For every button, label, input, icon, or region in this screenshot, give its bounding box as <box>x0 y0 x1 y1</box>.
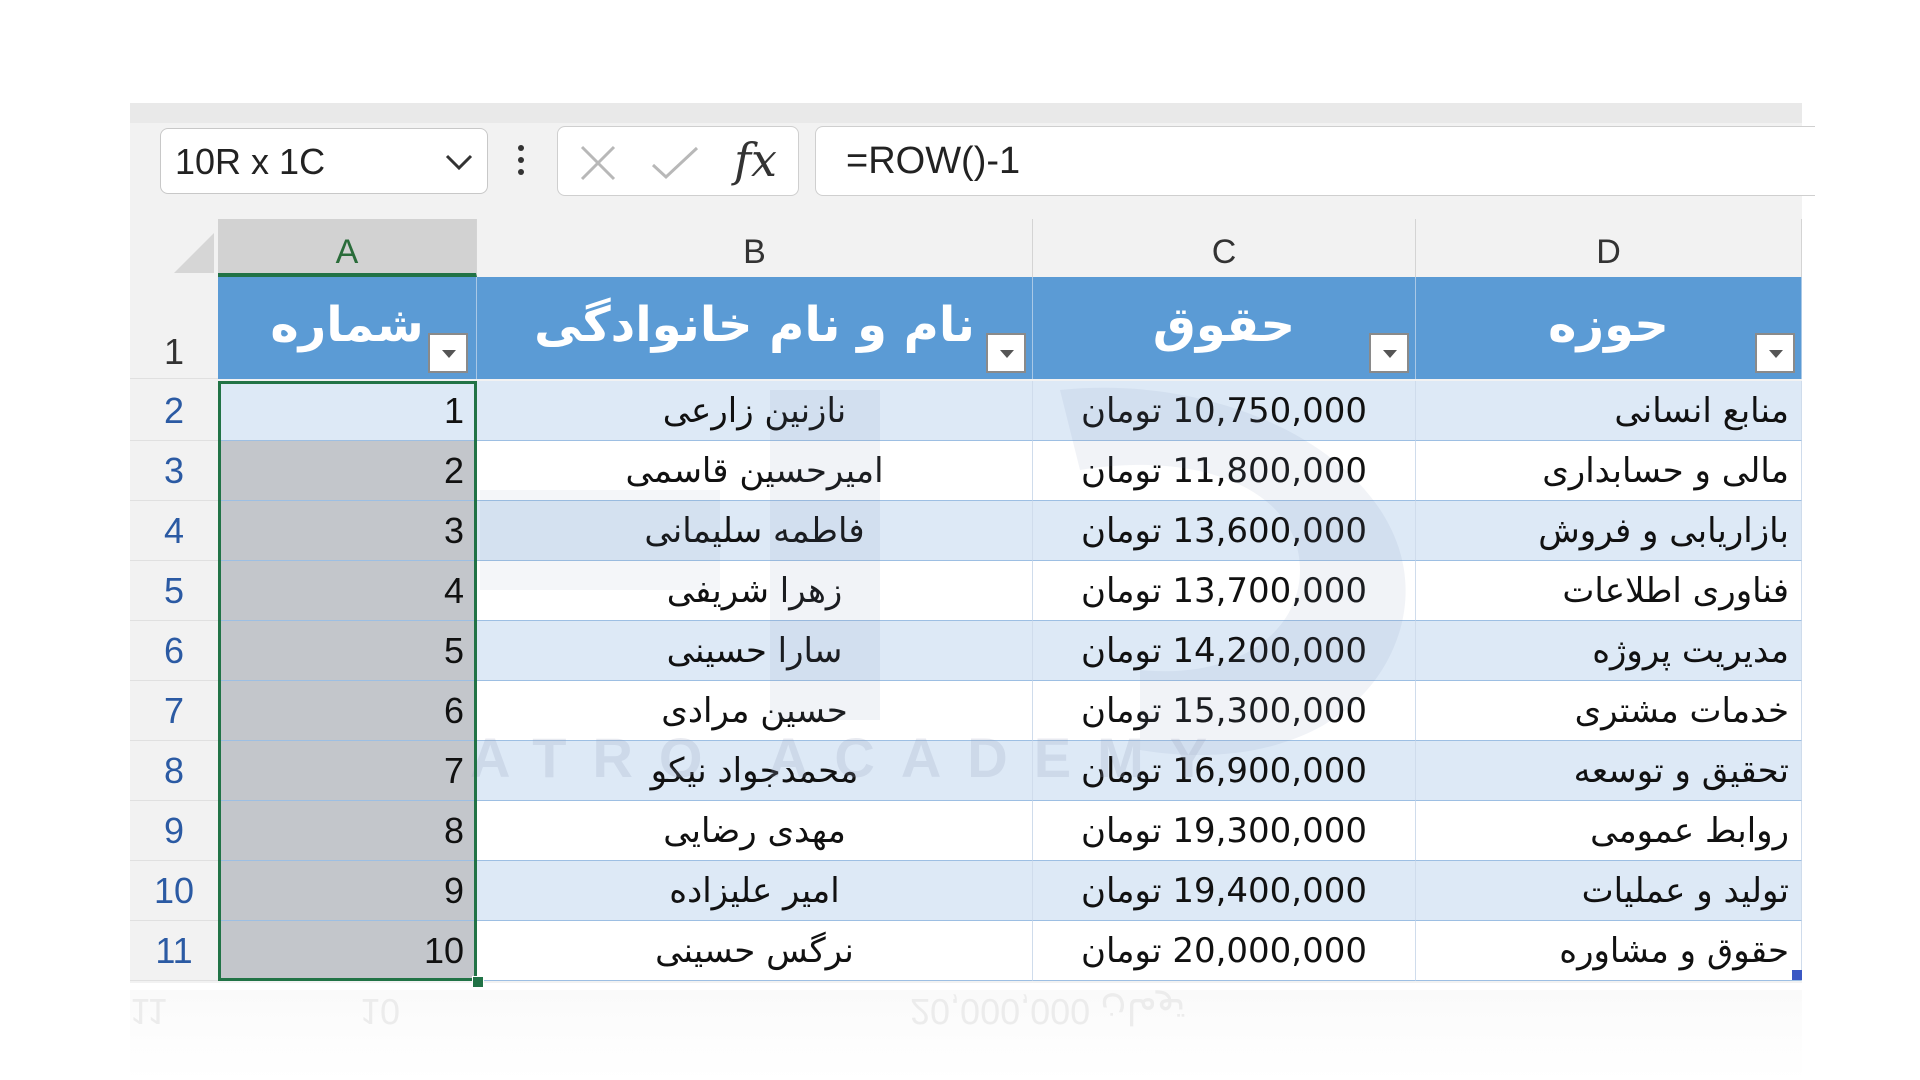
table-cell-name[interactable]: سارا حسینی <box>477 621 1033 681</box>
table-cell-number[interactable]: 5 <box>218 621 477 681</box>
row-header[interactable]: 1 <box>130 277 218 379</box>
table-header-number[interactable]: شماره <box>218 277 477 379</box>
table-cell-department[interactable]: مدیریت پروژه <box>1416 621 1802 681</box>
header-label: حقوق <box>1152 297 1296 353</box>
row-header[interactable]: 4 <box>130 501 218 561</box>
filter-dropdown-icon[interactable] <box>1755 333 1795 373</box>
filter-dropdown-icon[interactable] <box>428 333 468 373</box>
ribbon-edge <box>130 103 1802 123</box>
table-cell-salary[interactable]: 20,000,000 تومان <box>1033 921 1416 981</box>
table-cell-salary[interactable]: 10,750,000 تومان <box>1033 381 1416 441</box>
cancel-icon[interactable] <box>578 143 618 183</box>
formula-actions: fx <box>557 126 799 196</box>
column-header-d[interactable]: D <box>1416 219 1802 277</box>
table-cell-number[interactable]: 9 <box>218 861 477 921</box>
row-header[interactable]: 7 <box>130 681 218 741</box>
select-all-corner[interactable] <box>130 219 218 277</box>
table-cell-number[interactable]: 7 <box>218 741 477 801</box>
table-cell-salary[interactable]: 19,400,000 تومان <box>1033 861 1416 921</box>
header-label: شماره <box>270 297 424 353</box>
reflection: 11 10 20,000,000 تومان <box>130 990 1802 1080</box>
row-header[interactable]: 8 <box>130 741 218 801</box>
insert-function-icon[interactable]: fx <box>734 133 777 187</box>
table-cell-name[interactable]: مهدی رضایی <box>477 801 1033 861</box>
table-cell-name[interactable]: امیر علیزاده <box>477 861 1033 921</box>
more-options-icon[interactable] <box>517 145 525 181</box>
table-cell-department[interactable]: بازاریابی و فروش <box>1416 501 1802 561</box>
column-header-a[interactable]: A <box>218 219 477 277</box>
chevron-down-icon[interactable] <box>445 153 473 171</box>
row-header[interactable]: 11 <box>130 921 218 981</box>
column-header-b[interactable]: B <box>477 219 1033 277</box>
table-cell-department[interactable]: تولید و عملیات <box>1416 861 1802 921</box>
table-cell-name[interactable]: زهرا شریفی <box>477 561 1033 621</box>
formula-text: =ROW()-1 <box>846 140 1021 182</box>
row-header[interactable]: 10 <box>130 861 218 921</box>
table-resize-handle[interactable] <box>1792 970 1802 980</box>
table-cell-number[interactable]: 3 <box>218 501 477 561</box>
reflection-text: 10 <box>360 991 401 1032</box>
table-cell-department[interactable]: حقوق و مشاوره <box>1416 921 1802 981</box>
filter-dropdown-icon[interactable] <box>986 333 1026 373</box>
table-cell-number[interactable]: 1 <box>218 381 477 441</box>
table-cell-number[interactable]: 10 <box>218 921 477 981</box>
row-header[interactable]: 3 <box>130 441 218 501</box>
table-cell-number[interactable]: 8 <box>218 801 477 861</box>
table-cell-number[interactable]: 6 <box>218 681 477 741</box>
watermark-text: ATRO ACADEMY <box>470 726 1234 789</box>
table-header-salary[interactable]: حقوق <box>1033 277 1416 379</box>
reflection-text: 11 <box>130 991 168 1032</box>
table-cell-salary[interactable]: 13,700,000 تومان <box>1033 561 1416 621</box>
name-box-value: 10R x 1C <box>175 141 326 182</box>
table-header-name[interactable]: نام و نام خانوادگی <box>477 277 1033 379</box>
row-header[interactable]: 6 <box>130 621 218 681</box>
fill-handle[interactable] <box>472 976 484 988</box>
row-header[interactable]: 9 <box>130 801 218 861</box>
table-cell-salary[interactable]: 19,300,000 تومان <box>1033 801 1416 861</box>
name-box[interactable]: 10R x 1C <box>160 128 488 194</box>
column-header-c[interactable]: C <box>1033 219 1416 277</box>
table-cell-salary[interactable]: 14,200,000 تومان <box>1033 621 1416 681</box>
row-header[interactable]: 5 <box>130 561 218 621</box>
filter-dropdown-icon[interactable] <box>1369 333 1409 373</box>
enter-check-icon[interactable] <box>650 145 700 181</box>
table-cell-salary[interactable]: 11,800,000 تومان <box>1033 441 1416 501</box>
table-header-department[interactable]: حوزه <box>1416 277 1802 379</box>
table-cell-department[interactable]: روابط عمومی <box>1416 801 1802 861</box>
table-cell-department[interactable]: مالی و حسابداری <box>1416 441 1802 501</box>
table-cell-department[interactable]: فناوری اطلاعات <box>1416 561 1802 621</box>
table-cell-department[interactable]: خدمات مشتری <box>1416 681 1802 741</box>
reflection-text: 20,000,000 تومان <box>910 991 1186 1032</box>
table-cell-salary[interactable]: 13,600,000 تومان <box>1033 501 1416 561</box>
table-cell-number[interactable]: 2 <box>218 441 477 501</box>
table-cell-number[interactable]: 4 <box>218 561 477 621</box>
table-cell-name[interactable]: امیرحسین قاسمی <box>477 441 1033 501</box>
formula-input[interactable]: =ROW()-1 <box>815 126 1815 196</box>
table-cell-name[interactable]: نازنین زارعی <box>477 381 1033 441</box>
table-cell-department[interactable]: تحقیق و توسعه <box>1416 741 1802 801</box>
header-label: نام و نام خانوادگی <box>534 297 975 353</box>
header-label: حوزه <box>1548 297 1669 353</box>
table-cell-name[interactable]: فاطمه سلیمانی <box>477 501 1033 561</box>
table-cell-name[interactable]: نرگس حسینی <box>477 921 1033 981</box>
row-header[interactable]: 2 <box>130 381 218 441</box>
table-cell-department[interactable]: منابع انسانی <box>1416 381 1802 441</box>
